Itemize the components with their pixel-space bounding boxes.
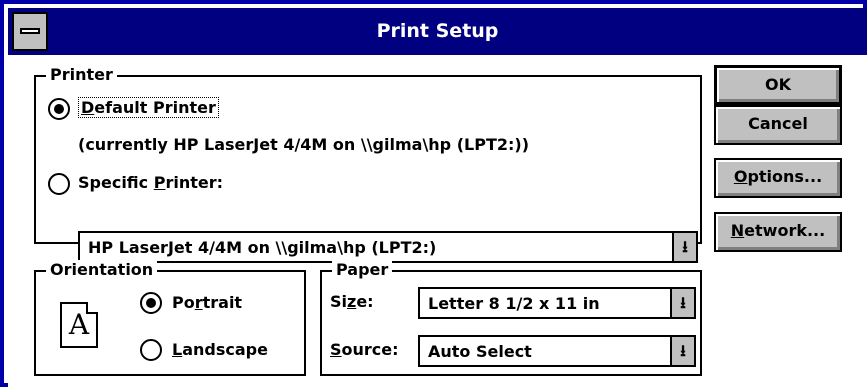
specific-printer-value: HP LaserJet 4/4M on \\gilma\hp (LPT2:) [88, 238, 437, 257]
paper-size-dropdown[interactable]: Letter 8 1/2 x 11 in ⭳ [418, 287, 696, 319]
portrait-label[interactable]: Portrait [172, 293, 242, 312]
landscape-label[interactable]: Landscape [172, 340, 268, 359]
specific-printer-radio[interactable] [48, 173, 70, 195]
paper-size-label: Size: [330, 292, 374, 311]
paper-size-value: Letter 8 1/2 x 11 in [428, 294, 600, 313]
specific-printer-label[interactable]: Specific Printer: [78, 173, 223, 192]
printer-group-label: Printer [46, 65, 117, 84]
paper-source-value: Auto Select [428, 342, 532, 361]
down-arrow-icon[interactable]: ⭳ [670, 289, 694, 317]
current-printer-text: (currently HP LaserJet 4/4M on \\gilma\h… [78, 135, 530, 154]
portrait-page-icon: A [60, 302, 98, 348]
orientation-group-label: Orientation [46, 260, 158, 279]
paper-group-label: Paper [332, 260, 393, 279]
ok-button[interactable]: OK [714, 65, 842, 105]
down-arrow-icon[interactable]: ⭳ [672, 233, 696, 261]
default-printer-label[interactable]: Default Printer [78, 97, 219, 118]
title-bar[interactable]: Print Setup [8, 8, 867, 55]
window-title: Print Setup [376, 20, 499, 42]
paper-source-label: Source: [330, 340, 399, 359]
down-arrow-icon[interactable]: ⭳ [670, 337, 694, 365]
portrait-radio[interactable] [140, 292, 162, 314]
dialog-frame: Print Setup Printer Default Printer (cur… [0, 0, 867, 387]
paper-source-dropdown[interactable]: Auto Select ⭳ [418, 335, 696, 367]
dialog-client-area: Printer Default Printer (currently HP La… [8, 55, 867, 387]
landscape-radio[interactable] [140, 339, 162, 361]
specific-printer-dropdown[interactable]: HP LaserJet 4/4M on \\gilma\hp (LPT2:) ⭳ [78, 231, 698, 263]
network-button[interactable]: Network... [714, 212, 842, 252]
cancel-button[interactable]: Cancel [714, 105, 842, 145]
options-button[interactable]: Options... [714, 158, 842, 198]
default-printer-radio[interactable] [48, 98, 70, 120]
portrait-page-letter: A [68, 308, 90, 341]
